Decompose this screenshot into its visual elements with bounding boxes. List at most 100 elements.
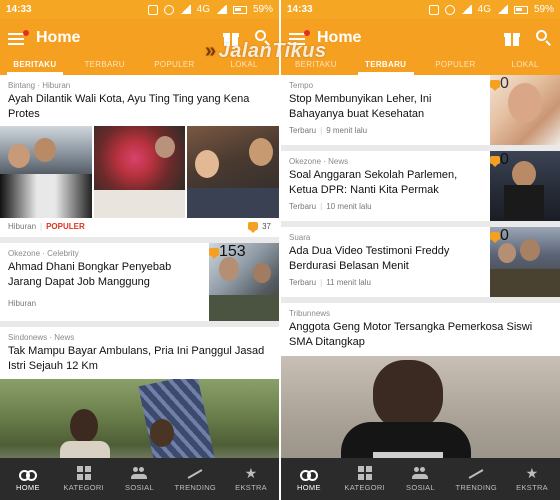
tab-lokal[interactable]: LOKAL	[209, 57, 279, 75]
tab-populer[interactable]: POPULER	[140, 57, 210, 75]
signal-icon	[215, 5, 227, 14]
battery-level: 59%	[252, 4, 273, 15]
tab-terbaru[interactable]: TERBARU	[70, 57, 140, 75]
nav-sosial[interactable]: SOSIAL	[393, 458, 449, 500]
article-category[interactable]: Terbaru	[289, 202, 316, 211]
people-icon	[412, 466, 429, 480]
search-icon[interactable]	[255, 30, 271, 46]
news-feed: Tempo Stop Membunyikan Leher, Ini Bahaya…	[281, 75, 560, 458]
nav-trending[interactable]: TRENDING	[448, 458, 504, 500]
trending-icon	[468, 466, 484, 480]
alarm-icon	[163, 4, 174, 15]
article-title[interactable]: Ada Dua Video Testimoni Freddy Berdurasi…	[281, 242, 490, 274]
star-icon: ★	[525, 465, 539, 481]
article-title[interactable]: Tak Mampu Bayar Ambulans, Pria Ini Pangg…	[0, 342, 279, 380]
tab-bar: BERITAKU TERBARU POPULER LOKAL	[281, 57, 560, 75]
comment-icon	[209, 247, 219, 259]
nav-sosial[interactable]: SOSIAL	[112, 458, 168, 500]
news-card[interactable]: Sindonews · News Tak Mampu Bayar Ambulan…	[0, 326, 279, 458]
news-card[interactable]: Bintang · Hiburan Ayah Dilantik Wali Kot…	[0, 75, 279, 237]
article-meta: Terbaru | 11 menit lalu	[289, 277, 371, 287]
article-source: Tribunnews	[289, 309, 331, 318]
app-title: Home	[317, 29, 362, 46]
article-title[interactable]: Anggota Geng Motor Tersangka Pemerkosa S…	[281, 318, 560, 356]
tab-populer[interactable]: POPULER	[421, 57, 491, 75]
article-source: Okezone · Celebrity	[8, 248, 79, 258]
notification-dot	[23, 30, 29, 36]
article-source: Okezone · News	[289, 157, 349, 166]
app-title: Home	[36, 29, 81, 46]
search-icon[interactable]	[536, 30, 552, 46]
nav-kategori[interactable]: KATEGORI	[56, 458, 112, 500]
star-icon: ★	[244, 465, 258, 481]
article-source: Suara	[289, 233, 311, 242]
phone-screen-right: 14:33 4G 59% Home BERITAKU TERBARU POPUL…	[281, 0, 560, 500]
people-icon	[131, 466, 148, 480]
phone-screen-left: 14:33 4G 59% Home BERITAKU TERBARU POPUL…	[0, 0, 279, 500]
article-photos	[0, 125, 279, 218]
article-source: Tempo	[289, 81, 314, 90]
news-card[interactable]: Okezone · News Soal Anggaran Sekolah Par…	[281, 151, 560, 221]
news-card[interactable]: Tribunnews Anggota Geng Motor Tersangka …	[281, 303, 560, 458]
grid-icon	[357, 466, 372, 480]
nav-kategori[interactable]: KATEGORI	[337, 458, 393, 500]
comment-icon	[490, 156, 500, 167]
article-meta: Hiburan	[0, 289, 209, 314]
sync-icon	[147, 4, 158, 15]
nav-home[interactable]: HOME	[0, 458, 56, 500]
article-thumbnail: 153	[209, 242, 279, 321]
tab-lokal[interactable]: LOKAL	[490, 57, 560, 75]
battery-icon	[513, 5, 528, 14]
comment-count[interactable]: 153	[209, 243, 279, 261]
battery-level: 59%	[533, 4, 554, 15]
article-category[interactable]: Hiburan	[8, 299, 36, 308]
nav-ekstra[interactable]: ★ EKSTRA	[223, 458, 279, 500]
article-time: 9 menit lalu	[326, 125, 368, 135]
battery-icon	[232, 5, 247, 14]
comment-icon	[248, 222, 259, 234]
comment-count[interactable]: 37	[248, 222, 271, 234]
app-bar: Home	[281, 19, 560, 57]
article-photo	[0, 125, 92, 218]
article-meta: Hiburan | POPULER 37	[8, 221, 271, 234]
status-bar: 14:33 4G 59%	[281, 0, 560, 19]
signal-icon	[496, 5, 508, 14]
article-meta: Terbaru | 10 menit lalu	[289, 201, 372, 211]
gift-icon[interactable]	[504, 31, 520, 46]
network-type: 4G	[477, 4, 491, 15]
nav-ekstra[interactable]: ★ EKSTRA	[504, 458, 560, 500]
tab-beritaku[interactable]: BERITAKU	[281, 57, 351, 75]
grid-icon	[76, 466, 91, 480]
article-category[interactable]: Terbaru	[289, 278, 316, 287]
article-photo	[93, 125, 186, 218]
article-source: Bintang · Hiburan	[8, 81, 71, 90]
trending-icon	[187, 466, 203, 480]
menu-icon[interactable]	[289, 30, 310, 45]
news-card[interactable]: Suara Ada Dua Video Testimoni Freddy Ber…	[281, 227, 560, 297]
article-title[interactable]: Ayah Dilantik Wali Kota, Ayu Ting Ting y…	[0, 90, 279, 122]
article-title[interactable]: Stop Membunyikan Leher, Ini Bahayanya bu…	[281, 90, 490, 122]
article-time: 10 menit lalu	[326, 201, 372, 211]
news-card[interactable]: Okezone · Celebrity Ahmad Dhani Bongkar …	[0, 242, 279, 321]
article-photo	[0, 379, 279, 458]
article-category[interactable]: Terbaru	[289, 126, 316, 135]
article-title[interactable]: Ahmad Dhani Bongkar Penyebab Jarang Dapa…	[0, 258, 209, 290]
article-meta: Terbaru | 9 menit lalu	[289, 125, 368, 135]
status-time: 14:33	[287, 4, 313, 15]
news-card[interactable]: Tempo Stop Membunyikan Leher, Ini Bahaya…	[281, 75, 560, 145]
article-photo	[187, 125, 279, 218]
app-bar: Home	[0, 19, 279, 57]
bottom-nav: HOME KATEGORI SOSIAL TRENDING ★ EKSTRA	[281, 458, 560, 500]
nav-home[interactable]: HOME	[281, 458, 337, 500]
bottom-nav: HOME KATEGORI SOSIAL TRENDING ★ EKSTRA	[0, 458, 279, 500]
gift-icon[interactable]	[223, 31, 239, 46]
popular-badge: POPULER	[46, 221, 85, 231]
article-title[interactable]: Soal Anggaran Sekolah Parlemen, Ketua DP…	[281, 166, 490, 198]
article-category[interactable]: Hiburan	[8, 222, 36, 231]
network-type: 4G	[196, 4, 210, 15]
menu-icon[interactable]	[8, 30, 29, 45]
article-source: Sindonews · News	[8, 332, 75, 342]
nav-trending[interactable]: TRENDING	[167, 458, 223, 500]
tab-beritaku[interactable]: BERITAKU	[0, 57, 70, 75]
tab-terbaru[interactable]: TERBARU	[351, 57, 421, 75]
